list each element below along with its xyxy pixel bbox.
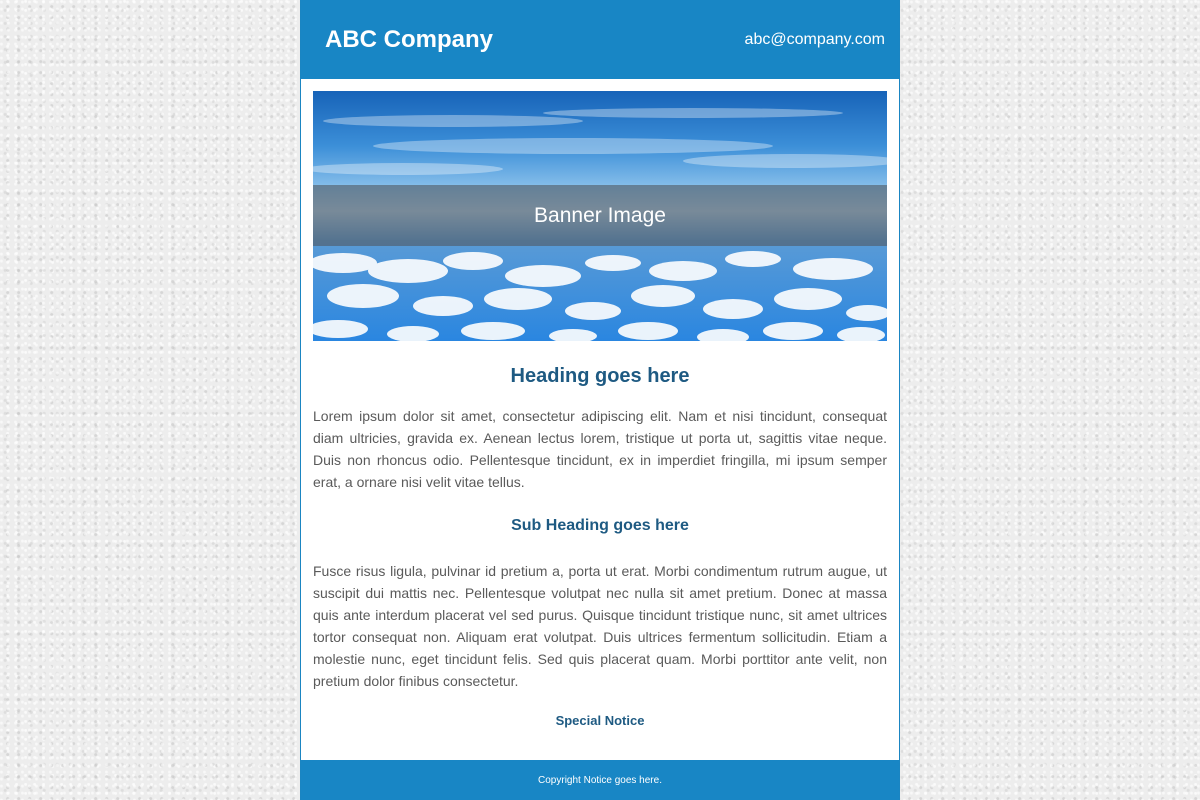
main-heading: Heading goes here	[510, 365, 690, 387]
special-notice: Special Notice	[555, 713, 645, 728]
company-name: ABC Company	[325, 25, 494, 53]
body-paragraph-2: Fusce risus ligula, pulvinar id pretium …	[313, 563, 887, 689]
email-body: Heading goes here Lorem ipsum dolor sit …	[313, 360, 887, 728]
body-paragraph-1: Lorem ipsum dolor sit amet, consectetur …	[313, 408, 887, 490]
sub-heading: Sub Heading goes here	[511, 517, 689, 534]
email-header: ABC Company abc@company.com	[301, 0, 899, 79]
email-template: ABC Company abc@company.com Banner Image…	[300, 0, 900, 800]
email-footer: Copyright Notice goes here.	[301, 760, 899, 800]
banner-image: Banner Image	[313, 91, 887, 341]
copyright-notice: Copyright Notice goes here.	[538, 774, 662, 786]
banner-label: Banner Image	[534, 203, 666, 227]
banner-label-band: Banner Image	[313, 185, 887, 246]
contact-email-link[interactable]: abc@company.com	[745, 31, 885, 49]
